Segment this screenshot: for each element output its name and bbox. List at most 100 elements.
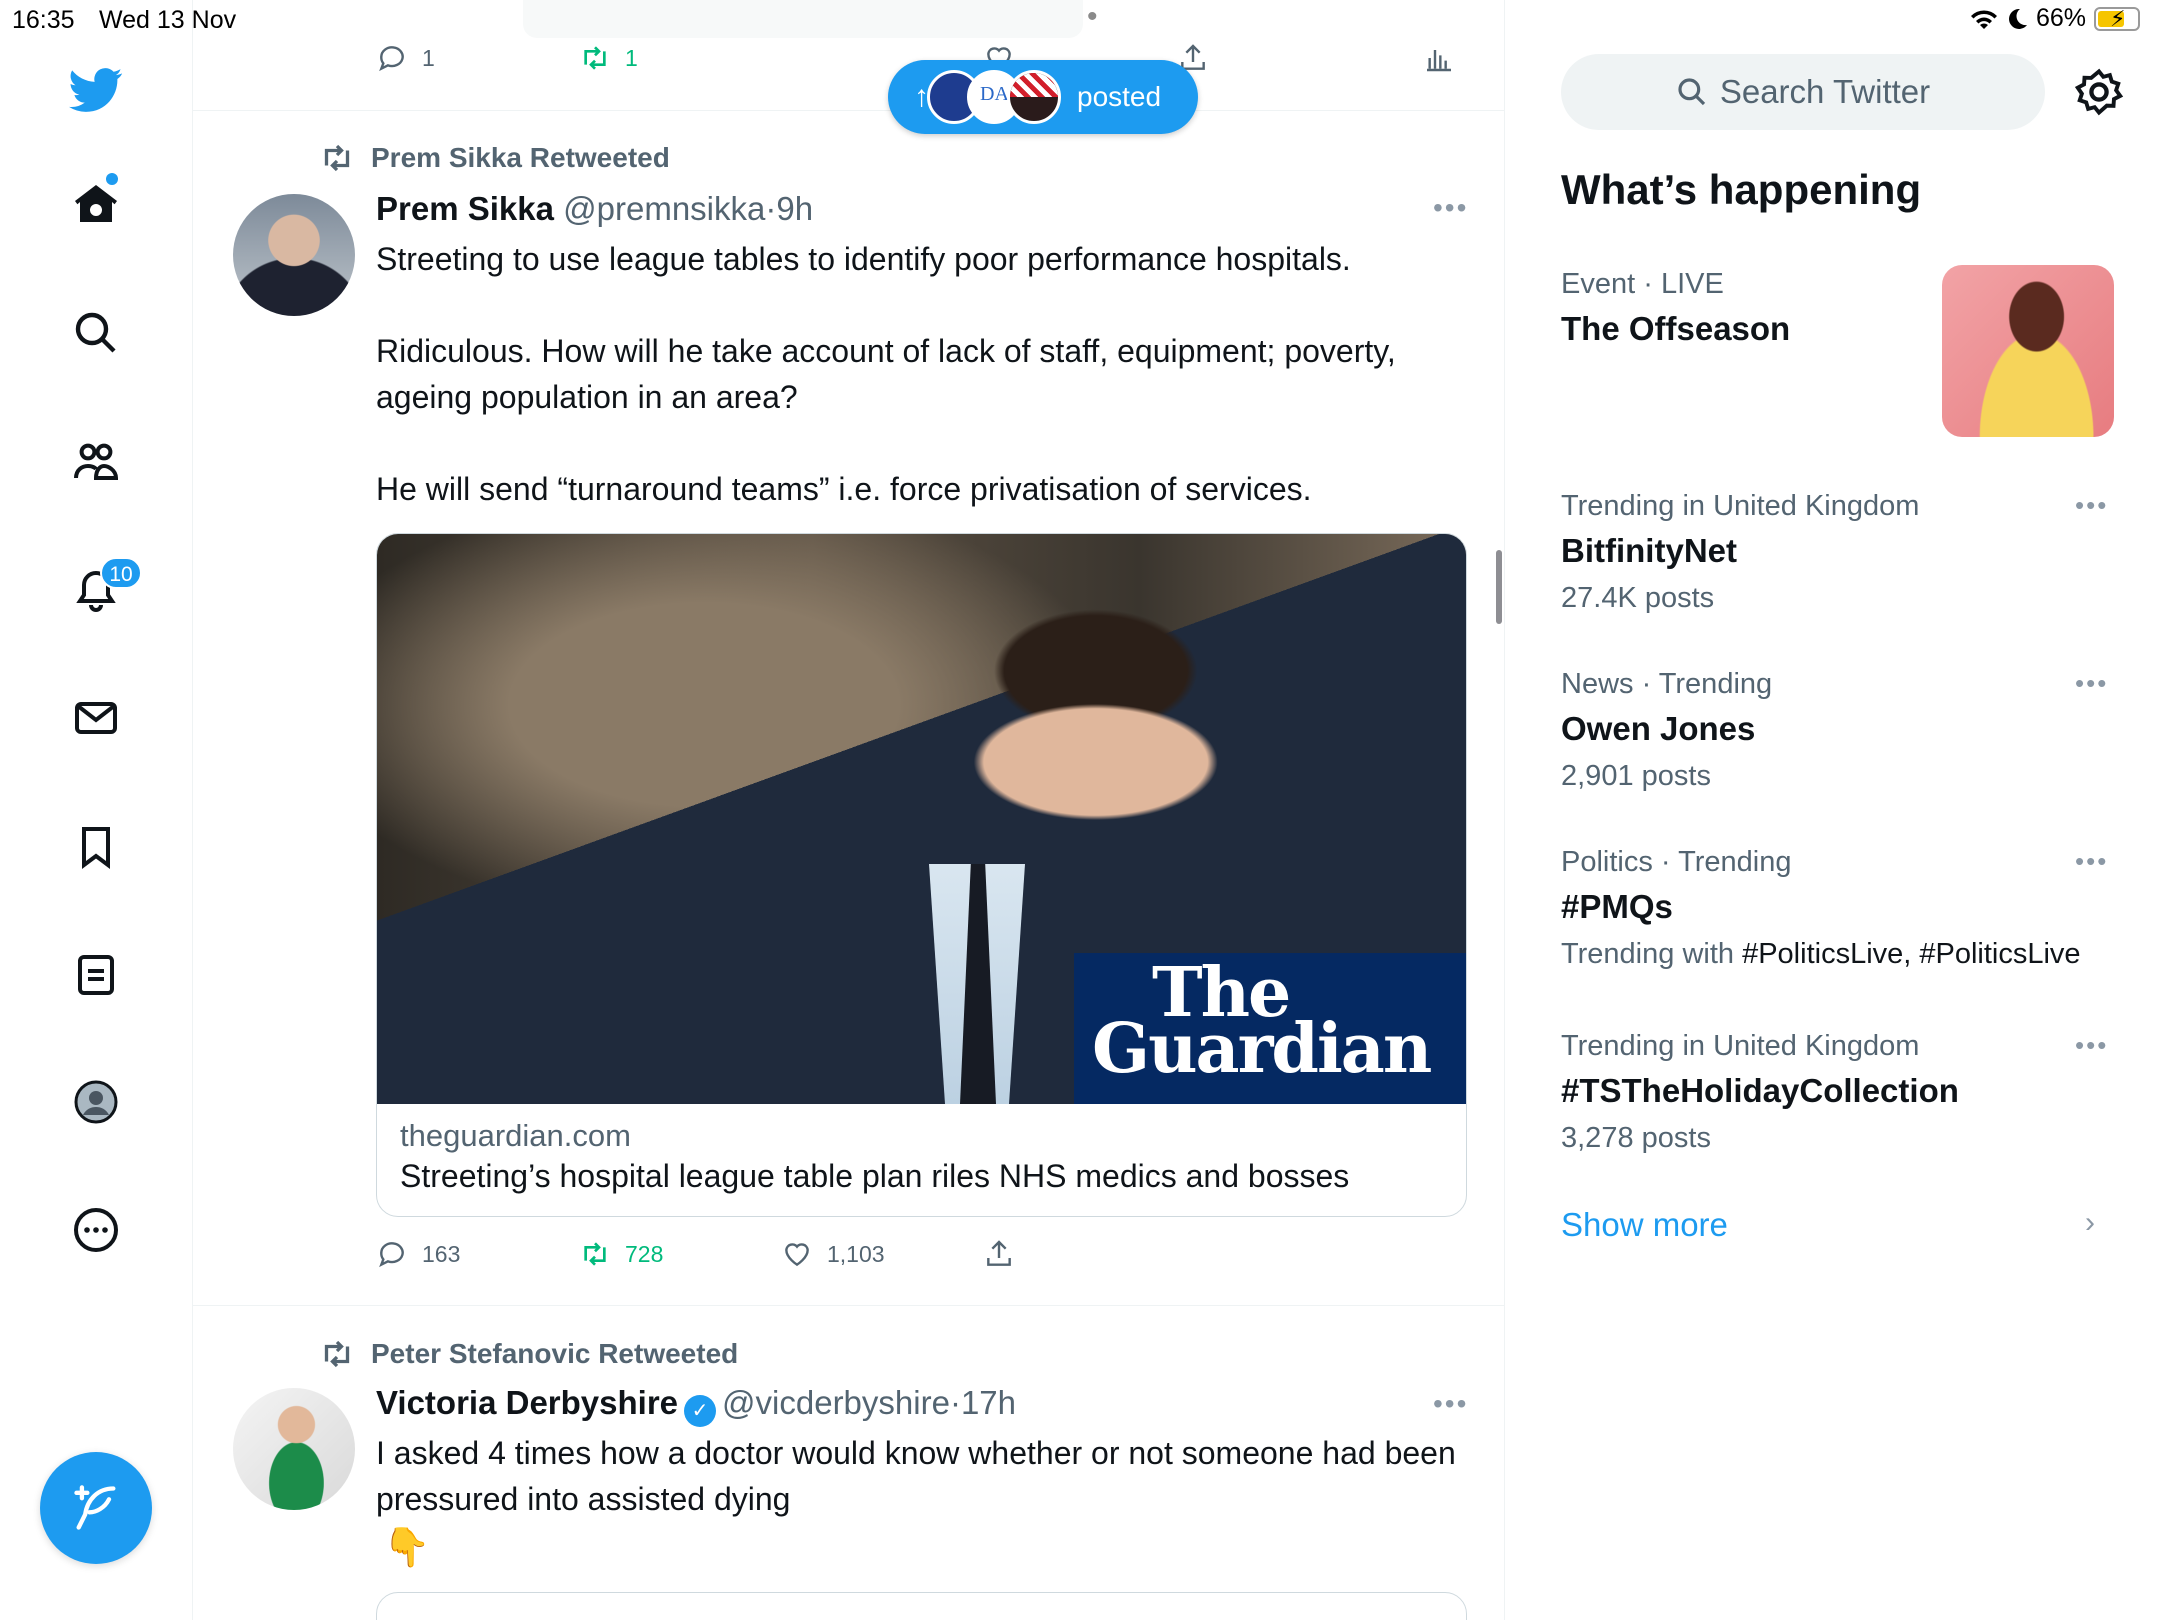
trend-more-icon[interactable]: ••• [2075, 846, 2108, 877]
retweet-button[interactable]: 728 [579, 1238, 663, 1270]
retweeted-by-line[interactable]: Peter Stefanovic Retweeted [319, 1336, 738, 1372]
messages-envelope-icon[interactable] [64, 686, 128, 750]
compose-tweet-button[interactable] [40, 1452, 152, 1564]
scrollbar-thumb[interactable] [1496, 550, 1502, 624]
more-options-icon[interactable] [64, 1198, 128, 1262]
retweet-icon [324, 144, 350, 172]
guardian-logo: The Guardian [1074, 953, 1466, 1104]
author-name[interactable]: Prem Sikka [376, 190, 554, 227]
home-unread-dot [106, 173, 118, 185]
header-separator: · [765, 190, 777, 227]
heart-icon [785, 1243, 809, 1267]
reply-button[interactable]: 163 [376, 1238, 460, 1270]
event-category: Event [1561, 268, 1636, 300]
search-input[interactable]: Search Twitter [1561, 54, 2045, 130]
trend-post-count: 3,278 posts [1561, 1122, 1711, 1154]
notifications-badge: 10 [100, 557, 142, 589]
prev-reply-count: 1 [422, 44, 435, 71]
profile-avatar-icon[interactable] [64, 1070, 128, 1134]
author-avatar[interactable] [233, 1388, 355, 1510]
guardian-logo-line2: Guardian [1092, 1009, 1432, 1089]
prev-retweet-count: 1 [625, 44, 638, 71]
reply-icon [379, 1242, 404, 1268]
home-timeline[interactable]: 1 1 ↑ posted Prem Sikka Retweeted Prem [193, 0, 1505, 1620]
reply-icon [379, 46, 404, 72]
event-title[interactable]: The Offseason [1561, 310, 1790, 348]
trend-meta: Trending in United Kingdom [1561, 1030, 1920, 1062]
trend-name[interactable]: BitfinityNet [1561, 532, 1737, 570]
compose-feather-icon [74, 1485, 116, 1530]
trend-related-tags[interactable]: #PoliticsLive, #PoliticsLive [1742, 938, 2080, 970]
author-handle[interactable]: @premnsikka [563, 190, 765, 227]
link-card-domain: theguardian.com [400, 1118, 631, 1153]
link-card-image: The Guardian [377, 534, 1466, 1104]
trend-name[interactable]: #TSTheHolidayCollection [1561, 1072, 1959, 1110]
search-placeholder: Search Twitter [1719, 73, 1931, 110]
settings-gear-icon[interactable] [2073, 66, 2125, 118]
link-card-title: Streeting’s hospital league table plan r… [400, 1158, 1350, 1194]
trend-more-icon[interactable]: ••• [2075, 1030, 2108, 1061]
tweet-header: Victoria Derbyshire ✓ @vicderbyshire·17h [376, 1384, 1016, 1427]
event-thumbnail[interactable] [1942, 265, 2114, 437]
prev-retweet-button[interactable]: 1 [579, 42, 638, 74]
trend-post-count: 2,901 posts [1561, 760, 1711, 792]
share-icon [987, 1240, 1011, 1266]
new-posts-label: posted [1077, 81, 1162, 112]
trend-meta: News · Trending [1561, 668, 1773, 700]
share-button[interactable] [983, 1238, 1015, 1270]
lists-icon[interactable] [64, 943, 128, 1007]
link-card[interactable]: The Guardian theguardian.com Streeting’s… [376, 533, 1467, 1217]
retweet-icon [324, 1340, 350, 1368]
retweeted-by-line[interactable]: Prem Sikka Retweeted [319, 140, 670, 176]
retweet-icon [584, 1242, 606, 1266]
analytics-icon [1427, 50, 1451, 72]
tweet-text: I asked 4 times how a doctor would know … [376, 1435, 1456, 1517]
trend-name[interactable]: Owen Jones [1561, 710, 1755, 748]
tweet-time[interactable]: 17h [961, 1384, 1016, 1421]
trend-name[interactable]: #PMQs [1561, 888, 1673, 926]
event-meta[interactable]: Event · LIVE [1561, 268, 1724, 301]
show-more-link[interactable]: Show more [1561, 1206, 1728, 1244]
communities-icon[interactable] [64, 430, 128, 494]
tweet-divider [193, 1305, 1504, 1306]
like-button[interactable]: 1,103 [781, 1238, 885, 1270]
right-sidebar: Search Twitter What’s happening Event · … [1505, 0, 2160, 1620]
verified-badge-icon: ✓ [684, 1395, 717, 1427]
event-separator: · [1635, 268, 1661, 300]
prev-analytics-button[interactable] [1423, 42, 1455, 74]
event-status: LIVE [1660, 268, 1724, 300]
tweet-divider [193, 110, 1504, 111]
trend-more-icon[interactable]: ••• [2075, 490, 2108, 521]
previous-tweet-media-edge [523, 0, 1083, 38]
tweet-more-icon[interactable]: ••• [1433, 1388, 1468, 1420]
trend-related-prefix: Trending with [1561, 938, 1743, 970]
side-nav: 10 [0, 0, 193, 1620]
author-avatar[interactable] [233, 194, 355, 316]
retweeted-by-label: Prem Sikka Retweeted [371, 142, 670, 173]
retweeted-by-label: Peter Stefanovic Retweeted [371, 1338, 739, 1369]
retweet-count: 728 [625, 1240, 664, 1267]
whats-happening-heading: What’s happening [1561, 166, 1922, 213]
author-name[interactable]: Victoria Derbyshire [376, 1384, 678, 1421]
trend-more-icon[interactable]: ••• [2075, 668, 2108, 699]
tweet-header: Prem Sikka @premnsikka·9h [376, 190, 813, 228]
bookmarks-icon[interactable] [64, 815, 128, 879]
search-icon [1678, 78, 1705, 106]
retweet-icon [584, 46, 606, 70]
trend-related: Trending with #PoliticsLive, #PoliticsLi… [1561, 938, 2081, 971]
trend-meta: Politics · Trending [1561, 846, 1792, 878]
embedded-media-card[interactable] [376, 1592, 1467, 1620]
tweet-time[interactable]: 9h [776, 190, 813, 227]
like-count: 1,103 [827, 1240, 885, 1267]
author-handle[interactable]: @vicderbyshire [722, 1384, 950, 1421]
header-separator: · [949, 1384, 961, 1421]
prev-reply-button[interactable]: 1 [376, 42, 435, 74]
home-icon[interactable] [64, 172, 128, 236]
twitter-logo-icon[interactable] [64, 58, 128, 122]
search-icon[interactable] [64, 301, 128, 365]
trend-post-count: 27.4K posts [1561, 582, 1715, 614]
poster-avatar [1007, 70, 1061, 124]
new-posts-pill[interactable]: ↑ posted [888, 60, 1198, 134]
chevron-right-icon: › [2085, 1206, 2095, 1239]
tweet-more-icon[interactable]: ••• [1433, 192, 1468, 224]
